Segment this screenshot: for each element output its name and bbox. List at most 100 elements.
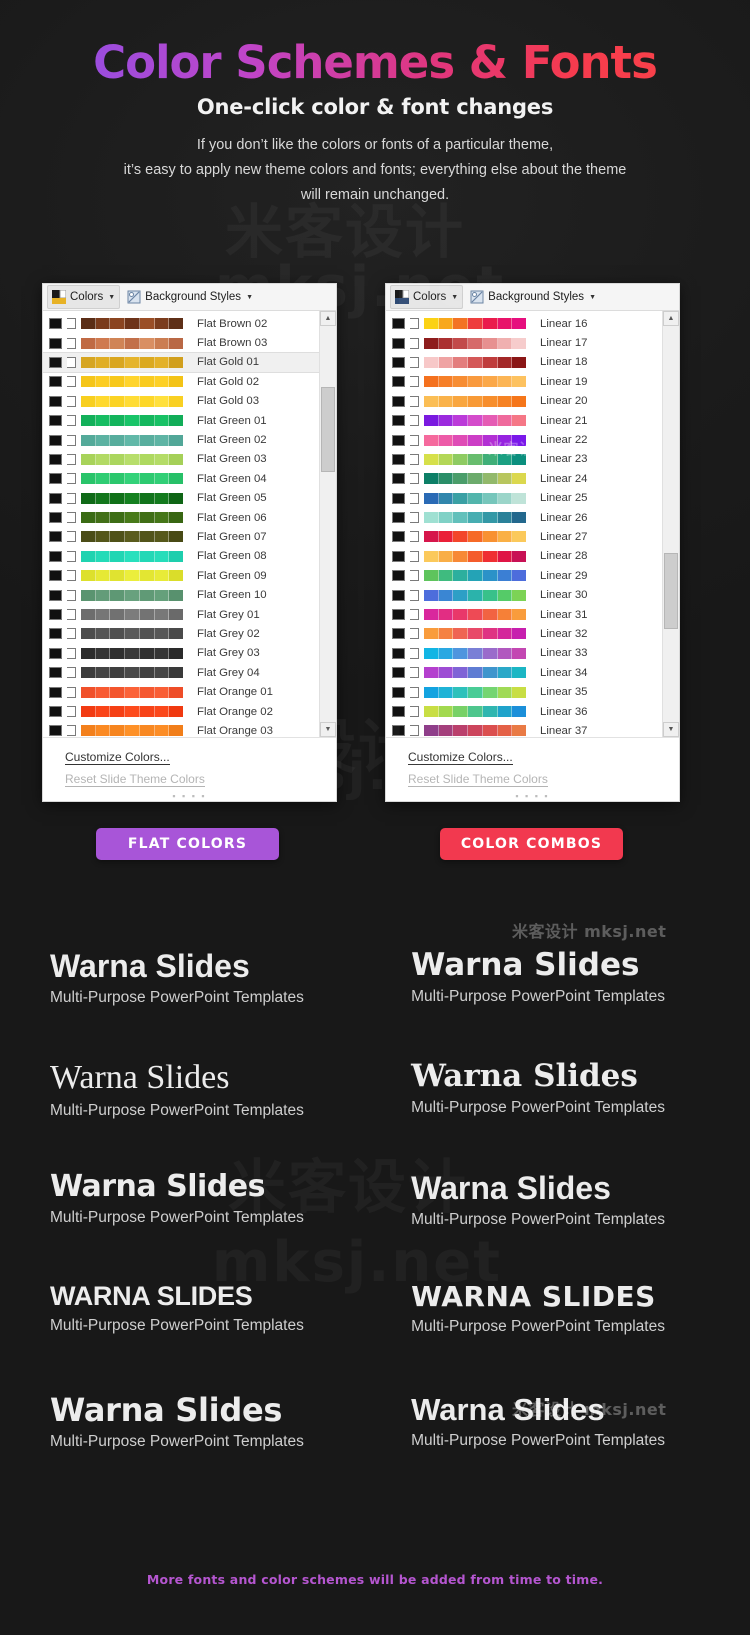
page-subtitle: One-click color & font changes	[196, 95, 554, 119]
dark-swatch-icon	[392, 492, 405, 504]
color-scheme-row[interactable]: Flat Green 04	[43, 469, 319, 488]
color-scheme-row[interactable]: Linear 31	[386, 605, 662, 624]
color-scheme-row[interactable]: Flat Green 09	[43, 566, 319, 585]
color-scheme-row[interactable]: Flat Orange 03	[43, 721, 319, 737]
color-scheme-row[interactable]: Flat Green 01	[43, 411, 319, 430]
color-scheme-row[interactable]: Linear 23	[386, 450, 662, 469]
scroll-up-button[interactable]: ▲	[663, 311, 679, 326]
color-scheme-row[interactable]: Linear 18	[386, 353, 662, 372]
color-scheme-row[interactable]: Linear 21	[386, 411, 662, 430]
color-scheme-row[interactable]: Linear 27	[386, 527, 662, 546]
panel-footer: Customize Colors... Reset Slide Theme Co…	[386, 738, 679, 801]
color-scheme-row[interactable]: Flat Grey 02	[43, 624, 319, 643]
color-scheme-row[interactable]: Linear 24	[386, 469, 662, 488]
resize-grip[interactable]: ▪ ▪ ▪ ▪	[43, 791, 336, 801]
list-scrollbar[interactable]: ▲ ▼	[662, 311, 679, 737]
customize-colors-item[interactable]: Customize Colors...	[386, 746, 679, 768]
color-scheme-row[interactable]: Flat Green 08	[43, 547, 319, 566]
light-swatch-icon	[67, 550, 76, 562]
color-ramp	[81, 647, 184, 659]
color-scheme-row[interactable]: Linear 28	[386, 547, 662, 566]
light-swatch-icon	[410, 570, 419, 582]
scrollbar-thumb[interactable]	[664, 552, 678, 630]
color-scheme-row[interactable]: Flat Green 06	[43, 508, 319, 527]
dark-swatch-icon	[392, 570, 405, 582]
color-scheme-row[interactable]: Flat Gold 03	[43, 392, 319, 411]
color-scheme-row[interactable]: Flat Orange 01	[43, 682, 319, 701]
colors-dropdown-button[interactable]: Colors ▼	[47, 285, 121, 309]
color-scheme-row[interactable]: Flat Grey 01	[43, 605, 319, 624]
color-scheme-label: Flat Grey 01	[197, 608, 260, 621]
color-ramp	[81, 395, 184, 407]
background-styles-dropdown-button[interactable]: Background Styles ▼	[122, 285, 258, 309]
light-swatch-icon	[410, 453, 419, 465]
color-scheme-row[interactable]: Linear 37	[386, 721, 662, 737]
color-scheme-label: Linear 29	[540, 569, 588, 582]
color-scheme-row[interactable]: Flat Gold 01	[43, 351, 320, 374]
color-combos-button[interactable]: COLOR COMBOS	[440, 828, 623, 860]
color-ramp	[424, 492, 527, 504]
color-scheme-row[interactable]: Linear 20	[386, 392, 662, 411]
color-scheme-label: Linear 18	[540, 356, 588, 369]
color-scheme-label: Flat Green 08	[197, 550, 267, 563]
color-scheme-row[interactable]: Linear 16	[386, 314, 662, 333]
color-scheme-row[interactable]: Flat Grey 04	[43, 663, 319, 682]
color-ramp	[424, 318, 527, 330]
resize-grip[interactable]: ▪ ▪ ▪ ▪	[386, 791, 679, 801]
color-scheme-row[interactable]: Flat Orange 02	[43, 702, 319, 721]
color-scheme-label: Flat Grey 02	[197, 627, 260, 640]
color-scheme-row[interactable]: Linear 34	[386, 663, 662, 682]
flat-colors-button[interactable]: FLAT COLORS	[96, 828, 279, 860]
background-styles-label: Background Styles	[488, 291, 585, 303]
font-sample: Warna Slides Multi-Purpose PowerPoint Te…	[26, 1061, 750, 1172]
color-scheme-row[interactable]: Flat Brown 02	[43, 314, 319, 333]
scroll-down-button[interactable]: ▼	[663, 722, 679, 737]
color-scheme-row[interactable]: Linear 19	[386, 372, 662, 391]
background-styles-dropdown-button[interactable]: Background Styles ▼	[465, 285, 601, 309]
font-sample-name: Warna Slides	[411, 1170, 611, 1206]
font-sample-subtitle: Multi-Purpose PowerPoint Templates	[411, 988, 665, 1005]
color-scheme-list[interactable]: Flat Brown 02 Flat Brown 03 Flat Gold 01 Fl…	[43, 311, 336, 738]
color-scheme-row[interactable]: Flat Grey 03	[43, 644, 319, 663]
color-scheme-row[interactable]: Flat Green 03	[43, 450, 319, 469]
color-scheme-row[interactable]: Flat Green 05	[43, 489, 319, 508]
color-scheme-row[interactable]: Linear 26	[386, 508, 662, 527]
color-scheme-list[interactable]: Linear 16 Linear 17 Linear 18 Linear 19 Line…	[386, 311, 679, 738]
color-ramp	[81, 550, 184, 562]
color-scheme-row[interactable]: Flat Green 02	[43, 430, 319, 449]
color-scheme-row[interactable]: Linear 33	[386, 644, 662, 663]
color-scheme-label: Flat Green 09	[197, 569, 267, 582]
color-scheme-row[interactable]: Linear 32	[386, 624, 662, 643]
color-scheme-label: Linear 20	[540, 395, 588, 408]
light-swatch-icon	[410, 376, 419, 388]
colors-dropdown-button[interactable]: Colors ▼	[390, 285, 464, 309]
scroll-up-button[interactable]: ▲	[320, 311, 336, 326]
color-scheme-label: Flat Orange 03	[197, 724, 273, 737]
scrollbar-thumb[interactable]	[321, 386, 335, 472]
color-scheme-row[interactable]: Linear 22	[386, 430, 662, 449]
scroll-down-button[interactable]: ▼	[320, 722, 336, 737]
dark-swatch-icon	[49, 434, 62, 446]
color-scheme-label: Linear 30	[540, 589, 588, 602]
color-ramp	[81, 356, 184, 368]
light-swatch-icon	[67, 686, 76, 698]
color-scheme-row[interactable]: Linear 36	[386, 702, 662, 721]
font-sample-row: Warna Slides Multi-Purpose PowerPoint Te…	[0, 1394, 750, 1505]
color-scheme-row[interactable]: Linear 17	[386, 333, 662, 352]
color-scheme-row[interactable]: Flat Gold 02	[43, 372, 319, 391]
color-scheme-row[interactable]: Flat Brown 03	[43, 333, 319, 352]
reset-slide-theme-colors-item[interactable]: Reset Slide Theme Colors	[386, 768, 679, 790]
font-sample: Warna Slides Multi-Purpose PowerPoint Te…	[26, 1172, 750, 1283]
color-scheme-row[interactable]: Linear 25	[386, 489, 662, 508]
color-scheme-row[interactable]: Flat Green 10	[43, 585, 319, 604]
reset-slide-theme-colors-item[interactable]: Reset Slide Theme Colors	[43, 768, 336, 790]
color-scheme-row[interactable]: Linear 30	[386, 585, 662, 604]
color-scheme-label: Flat Gold 02	[197, 375, 260, 388]
color-scheme-row[interactable]: Linear 35	[386, 682, 662, 701]
list-scrollbar[interactable]: ▲ ▼	[319, 311, 336, 737]
customize-colors-item[interactable]: Customize Colors...	[43, 746, 336, 768]
color-scheme-row[interactable]: Linear 29	[386, 566, 662, 585]
color-ramp	[424, 453, 527, 465]
light-swatch-icon	[67, 628, 76, 640]
color-scheme-row[interactable]: Flat Green 07	[43, 527, 319, 546]
